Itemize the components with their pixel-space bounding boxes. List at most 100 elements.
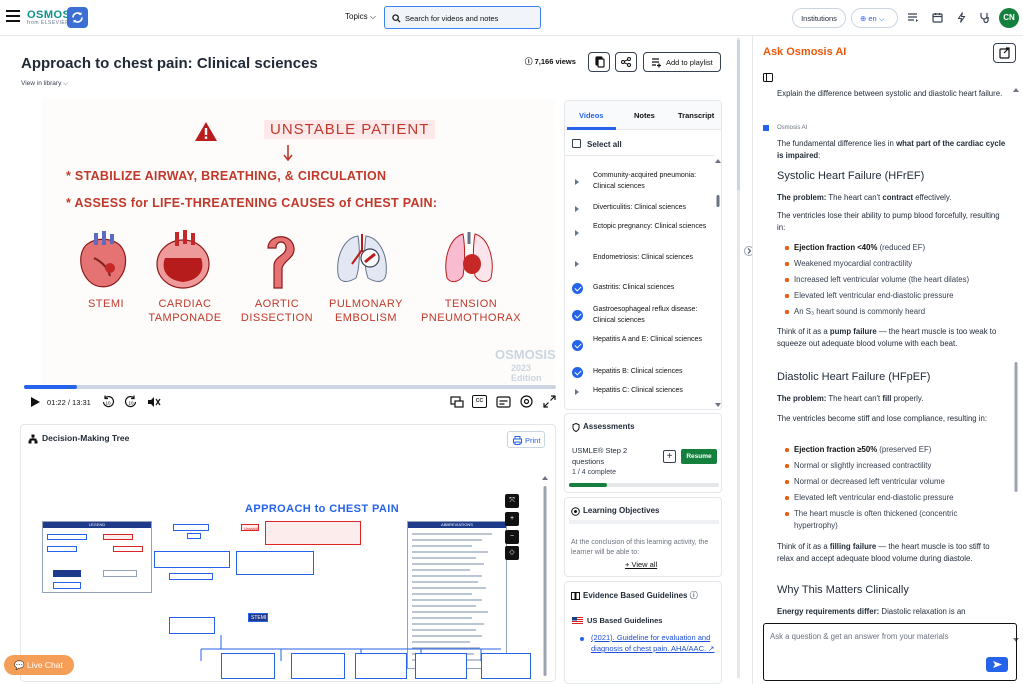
video-list-item[interactable]: Gastritis: Clinical sciences bbox=[565, 283, 715, 294]
ai-bullet-item: An S₃ heart sound is commonly heard bbox=[785, 306, 1001, 318]
tab-notes[interactable]: Notes bbox=[634, 111, 655, 120]
share-button[interactable] bbox=[615, 52, 637, 72]
video-list-item[interactable]: Community-acquired pneumonia: Clinical s… bbox=[565, 171, 715, 192]
fit-icon[interactable]: ⤧ bbox=[505, 494, 519, 508]
legend-swatch bbox=[47, 534, 87, 540]
ai-bullet-item: Ejection fraction ≥50% (preserved EF) bbox=[785, 444, 1001, 456]
picture-in-picture-icon[interactable] bbox=[450, 396, 464, 408]
zoom-in-icon[interactable]: + bbox=[505, 512, 519, 526]
svg-text:10: 10 bbox=[128, 401, 134, 406]
video-list-item[interactable]: Ectopic pregnancy: Clinical sciences bbox=[565, 222, 715, 236]
tab-transcript[interactable]: Transcript bbox=[678, 111, 714, 120]
osmosis-ai-icon bbox=[763, 125, 769, 131]
copy-button[interactable] bbox=[588, 52, 610, 72]
ai-bullet-bold: Ejection fraction <40% bbox=[794, 243, 878, 252]
ai-paragraph: The problem: The heart can't contract ef… bbox=[777, 192, 1007, 204]
refresh-icon[interactable] bbox=[67, 7, 88, 28]
open-external-button[interactable] bbox=[993, 43, 1016, 63]
forward-10-icon[interactable]: 10 bbox=[124, 395, 138, 409]
video-line-1: * STABILIZE AIRWAY, BREATHING, & CIRCULA… bbox=[66, 169, 387, 183]
ask-question-input[interactable]: Ask a question & get an answer from your… bbox=[763, 623, 1017, 681]
video-list-item[interactable]: Gastroesophageal reflux disease: Clinica… bbox=[565, 305, 715, 326]
video-list-item-label: Ectopic pregnancy: Clinical sciences bbox=[593, 223, 707, 230]
bullet bbox=[580, 637, 584, 641]
stethoscope-icon[interactable] bbox=[978, 11, 991, 24]
ai-bullet-item: The heart muscle is often thickened (con… bbox=[785, 508, 1001, 531]
calendar-icon[interactable] bbox=[931, 11, 944, 24]
ai-text: properly. bbox=[891, 394, 924, 403]
globe-icon: ⊕ bbox=[860, 14, 867, 23]
avatar[interactable]: CN bbox=[999, 8, 1019, 28]
guideline-link[interactable]: (2021). Guideline for evaluation and dia… bbox=[579, 632, 719, 654]
queue-icon[interactable] bbox=[906, 11, 919, 24]
top-bar: OSMOSIS from ELSEVIER Topics ⌵ Search for… bbox=[0, 0, 1023, 36]
shield-icon bbox=[572, 423, 580, 432]
search-input[interactable]: Search for videos and notes bbox=[384, 6, 541, 29]
rewind-10-icon[interactable]: 10 bbox=[101, 395, 115, 409]
assessments-title: Assessments bbox=[583, 422, 635, 431]
watermark-edition: 2023 Edition bbox=[511, 363, 542, 383]
diagram-box bbox=[173, 524, 209, 531]
video-list-item-label: Gastroesophageal reflux disease: Clinica… bbox=[593, 306, 698, 324]
ai-panel-scrollbar[interactable] bbox=[1012, 72, 1020, 642]
menu-icon[interactable] bbox=[6, 10, 20, 22]
topics-menu[interactable]: Topics ⌵ bbox=[345, 12, 376, 22]
resume-button[interactable]: Resume bbox=[681, 449, 717, 464]
fullscreen-icon[interactable] bbox=[543, 395, 556, 408]
ai-bullet-item: Weakened myocardial contractility bbox=[785, 258, 1001, 270]
captions-button[interactable]: CC bbox=[472, 395, 487, 408]
tab-videos[interactable]: Videos bbox=[579, 111, 603, 120]
print-label: Print bbox=[525, 436, 541, 445]
reset-zoom-icon[interactable]: ◇ bbox=[505, 546, 519, 560]
assessment-name[interactable]: USMLE® Step 2 questions bbox=[572, 445, 648, 467]
main-scroll-thumb[interactable] bbox=[737, 40, 740, 190]
user-question: Explain the difference between systolic … bbox=[777, 89, 1003, 98]
ai-heading-why: Why This Matters Clinically bbox=[777, 584, 909, 596]
main-scrollbar[interactable] bbox=[737, 38, 740, 678]
ai-intro-text: The fundamental difference lies in bbox=[777, 139, 897, 148]
chevron-down-icon: ⌵ bbox=[369, 12, 376, 21]
video-list-item[interactable]: Hepatitis B: Clinical sciences bbox=[565, 367, 715, 378]
diagram-box bbox=[265, 521, 361, 545]
view-all-link[interactable]: + View all bbox=[625, 560, 657, 569]
video-progress-bar[interactable] bbox=[24, 385, 556, 389]
video-player[interactable]: UNSTABLE PATIENT * STABILIZE AIRWAY, BRE… bbox=[41, 99, 556, 384]
view-count: ⓘ 7,166 views bbox=[525, 56, 576, 67]
ai-bullet-item: Elevated left ventricular end-diastolic … bbox=[785, 492, 1001, 504]
lightning-icon[interactable] bbox=[955, 11, 968, 24]
video-line-2: * ASSESS for LIFE-THREATENING CAUSES of … bbox=[66, 196, 438, 210]
zoom-out-icon[interactable]: − bbox=[505, 530, 519, 544]
add-to-playlist-button[interactable]: Add to playlist bbox=[643, 52, 721, 72]
send-button[interactable] bbox=[986, 657, 1008, 672]
video-list-scrollbar[interactable] bbox=[715, 159, 721, 407]
ai-bullet-text: The heart muscle is often thickened (con… bbox=[794, 509, 958, 530]
view-in-library-link[interactable]: View in library ⌵ bbox=[21, 80, 68, 88]
copy-icon bbox=[595, 56, 605, 68]
video-list-item[interactable]: Hepatitis A and E: Clinical sciences bbox=[565, 335, 715, 351]
diagram-box bbox=[169, 617, 215, 634]
mute-icon[interactable] bbox=[147, 396, 161, 408]
sidebar-toggle-icon[interactable] bbox=[763, 73, 773, 82]
diagram-box bbox=[169, 573, 213, 580]
ai-text: Diastolic relaxation is an bbox=[879, 607, 966, 616]
language-select[interactable]: ⊕ en ⌵ bbox=[851, 8, 898, 28]
live-chat-button[interactable]: 💬 Live Chat bbox=[4, 655, 74, 675]
view-count-label: 7,166 views bbox=[534, 57, 576, 66]
diagram-box bbox=[355, 653, 407, 679]
settings-icon[interactable] bbox=[520, 395, 533, 408]
play-icon[interactable] bbox=[28, 396, 42, 408]
diagram-scrollbar[interactable] bbox=[541, 476, 549, 676]
print-button[interactable]: Print bbox=[507, 431, 545, 448]
info-icon[interactable]: ⓘ bbox=[690, 591, 698, 600]
diagram-box-unstable: Unstable bbox=[241, 524, 259, 531]
ai-bullet-text: (preserved EF) bbox=[877, 445, 932, 454]
institutions-button[interactable]: Institutions bbox=[792, 8, 846, 28]
add-icon[interactable]: + bbox=[663, 450, 676, 463]
play-icon bbox=[575, 179, 579, 185]
video-list-item[interactable]: Diverticulitis: Clinical sciences bbox=[565, 203, 715, 214]
video-list-item[interactable]: Hepatitis C: Clinical sciences bbox=[565, 386, 715, 397]
transcript-icon[interactable] bbox=[496, 396, 511, 408]
diagram-box-stemi: STEMI bbox=[248, 613, 268, 622]
select-all-checkbox[interactable]: Select all bbox=[572, 139, 622, 149]
video-list-item[interactable]: Endometriosis: Clinical sciences bbox=[565, 253, 715, 267]
